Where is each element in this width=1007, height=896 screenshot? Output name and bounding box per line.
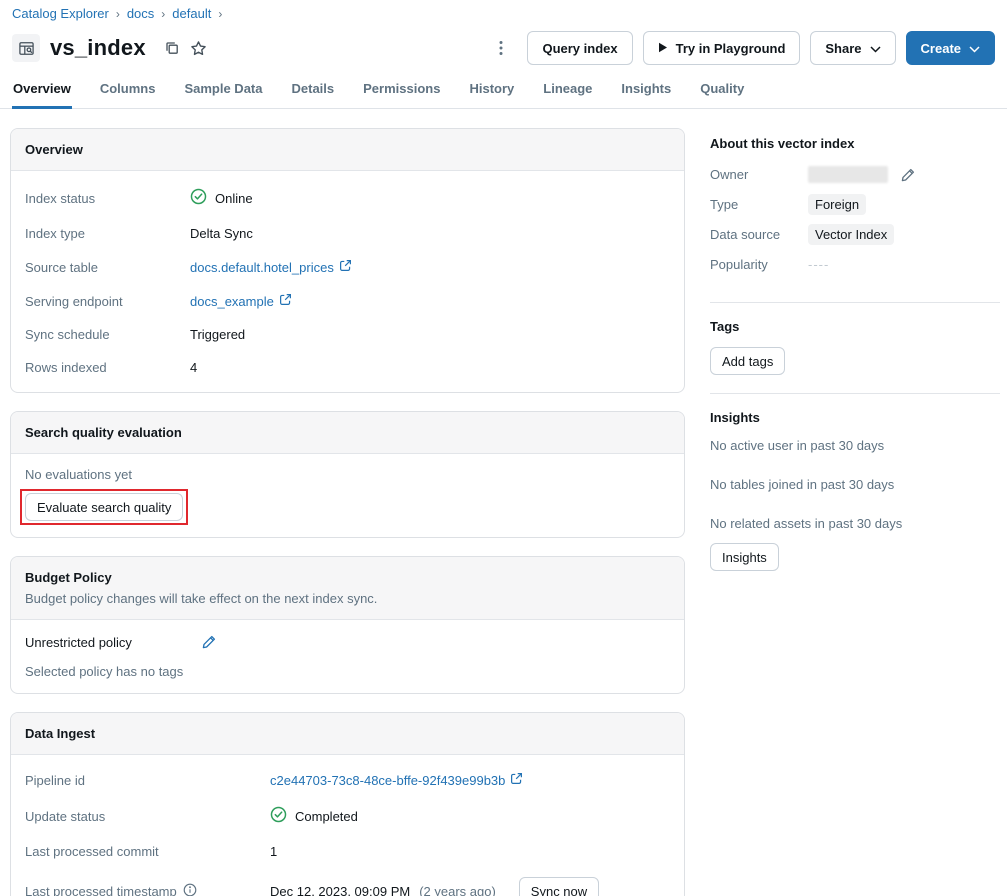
tab-history[interactable]: History: [468, 81, 515, 109]
insight-no-related-assets: No related assets in past 30 days: [710, 516, 903, 531]
favorite-star-icon[interactable]: [190, 40, 207, 57]
tab-overview[interactable]: Overview: [12, 81, 72, 109]
info-icon[interactable]: [183, 883, 197, 896]
rows-indexed-row: Rows indexed 4: [25, 360, 198, 375]
about-section: About this vector index Owner Type Forei…: [710, 136, 1000, 290]
play-icon: [658, 41, 668, 56]
insight-no-active-user: No active user in past 30 days: [710, 438, 885, 453]
type-badge: Foreign: [808, 194, 867, 215]
serving-endpoint-row: Serving endpoint docs_example: [11, 284, 684, 318]
insight-no-tables-joined: No tables joined in past 30 days: [710, 477, 895, 492]
source-table-link[interactable]: docs.default.hotel_prices: [190, 259, 352, 275]
popularity-value: ----: [808, 257, 830, 272]
pipeline-id-row: Pipeline id c2e44703-73c8-48ce-bffe-92f4…: [11, 763, 684, 797]
breadcrumb-separator: ›: [218, 6, 223, 21]
policy-tags-text: Selected policy has no tags: [25, 664, 184, 679]
data-source-row: Data source Vector Index: [710, 224, 1000, 245]
tab-quality[interactable]: Quality: [699, 81, 745, 109]
query-index-button[interactable]: Query index: [527, 31, 633, 65]
breadcrumb-docs[interactable]: docs: [127, 6, 154, 21]
edit-policy-pencil-icon[interactable]: [201, 634, 217, 650]
budget-policy-subtitle: Budget policy changes will take effect o…: [25, 591, 378, 606]
tab-bar: Overview Columns Sample Data Details Per…: [0, 81, 1007, 109]
tab-lineage[interactable]: Lineage: [542, 81, 593, 109]
index-status-value: Online: [215, 190, 253, 206]
breadcrumb-default[interactable]: default: [172, 6, 211, 21]
update-status-value: Completed: [295, 808, 358, 824]
share-button[interactable]: Share: [810, 31, 896, 65]
owner-row: Owner: [710, 164, 1000, 185]
overview-card: Overview Index status Online Index type …: [10, 128, 685, 393]
type-row: Type Foreign: [710, 194, 1000, 215]
about-section-title: About this vector index: [710, 136, 855, 151]
pipeline-id-link[interactable]: c2e44703-73c8-48ce-bffe-92f439e99b3b: [270, 772, 523, 788]
chevron-down-icon: [969, 41, 980, 56]
tab-insights[interactable]: Insights: [620, 81, 672, 109]
sync-schedule-row: Sync schedule Triggered: [25, 327, 246, 342]
index-type-value: Delta Sync: [190, 226, 253, 241]
create-button[interactable]: Create: [905, 31, 995, 65]
external-link-icon: [339, 259, 352, 275]
no-evaluations-text: No evaluations yet: [25, 467, 132, 482]
tab-permissions[interactable]: Permissions: [362, 81, 441, 109]
evaluate-search-quality-button[interactable]: Evaluate search quality: [25, 493, 184, 521]
search-quality-card-header: Search quality evaluation: [11, 412, 684, 454]
tags-section: Tags Add tags: [710, 302, 1000, 381]
last-timestamp-row: Last processed timestamp Dec 12, 2023, 0…: [11, 868, 684, 896]
last-timestamp-relative: (2 years ago): [419, 883, 496, 896]
last-timestamp-value: Dec 12, 2023, 09:09 PM: [270, 883, 411, 896]
data-ingest-card-header: Data Ingest: [11, 713, 684, 755]
add-tags-button[interactable]: Add tags: [710, 347, 786, 375]
tags-section-title: Tags: [710, 319, 740, 334]
budget-policy-card: Budget Policy Budget policy changes will…: [10, 556, 685, 694]
tab-sample-data[interactable]: Sample Data: [183, 81, 263, 109]
chevron-down-icon: [870, 41, 881, 56]
breadcrumb-catalog-explorer[interactable]: Catalog Explorer: [12, 6, 109, 21]
data-ingest-card: Data Ingest Pipeline id c2e44703-73c8-48…: [10, 712, 685, 896]
last-commit-value: 1: [270, 844, 278, 859]
tab-columns[interactable]: Columns: [99, 81, 157, 109]
rows-indexed-value: 4: [190, 360, 198, 375]
check-circle-icon: [270, 806, 287, 826]
external-link-icon: [510, 772, 523, 788]
title-row: vs_index Query index Try in Playground S…: [12, 31, 995, 65]
insights-section: Insights No active user in past 30 days …: [710, 393, 1000, 577]
sync-schedule-value: Triggered: [190, 327, 246, 342]
popularity-row: Popularity ----: [710, 257, 830, 272]
copy-icon[interactable]: [164, 40, 180, 56]
budget-policy-name: Unrestricted policy: [25, 634, 132, 650]
main-column: Overview Index status Online Index type …: [10, 128, 685, 896]
check-circle-icon: [190, 188, 207, 208]
insights-section-title: Insights: [710, 410, 760, 425]
breadcrumb-separator: ›: [161, 6, 166, 21]
kebab-menu-icon[interactable]: [491, 36, 511, 60]
top-bar: Catalog Explorer › docs › default › vs_i…: [0, 0, 1007, 65]
search-quality-card: Search quality evaluation No evaluations…: [10, 411, 685, 538]
breadcrumb: Catalog Explorer › docs › default ›: [12, 6, 995, 21]
external-link-icon: [279, 293, 292, 309]
index-status-row: Index status Online: [11, 179, 684, 217]
data-source-badge: Vector Index: [808, 224, 895, 245]
details-sidebar: About this vector index Owner Type Forei…: [710, 128, 1000, 577]
overview-card-header: Overview: [11, 129, 684, 171]
budget-policy-card-header: Budget Policy Budget policy changes will…: [11, 557, 684, 620]
serving-endpoint-link[interactable]: docs_example: [190, 293, 292, 309]
vector-index-icon: [12, 34, 40, 62]
try-in-playground-button[interactable]: Try in Playground: [642, 31, 801, 65]
source-table-row: Source table docs.default.hotel_prices: [11, 250, 684, 284]
page-title: vs_index: [50, 35, 146, 60]
edit-owner-pencil-icon[interactable]: [900, 167, 916, 183]
sync-now-button[interactable]: Sync now: [518, 877, 600, 896]
breadcrumb-separator: ›: [115, 6, 120, 21]
tab-details[interactable]: Details: [291, 81, 336, 109]
annotation-highlight-box: Evaluate search quality: [20, 489, 189, 525]
insights-button[interactable]: Insights: [710, 543, 779, 571]
title-actions: Query index Try in Playground Share Crea…: [491, 31, 995, 65]
update-status-row: Update status Completed: [11, 797, 684, 835]
index-type-row: Index type Delta Sync: [25, 226, 253, 241]
last-commit-row: Last processed commit 1: [25, 844, 278, 859]
owner-redacted-value: [808, 166, 888, 183]
